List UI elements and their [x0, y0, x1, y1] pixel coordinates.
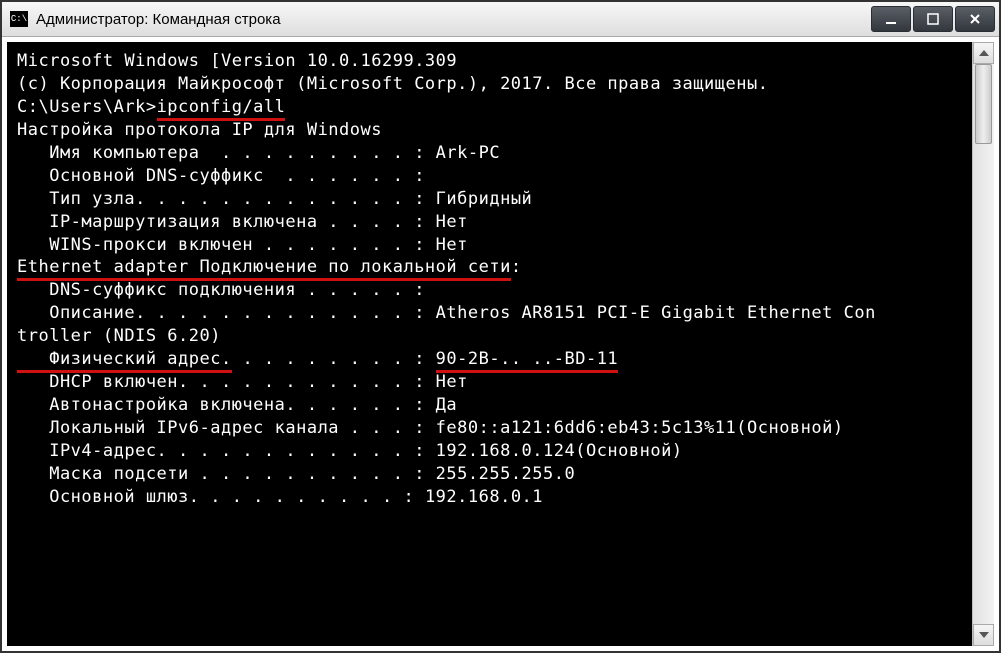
- output-line: Описание. . . . . . . . . . . . . : Athe…: [17, 302, 962, 325]
- chevron-up-icon: [979, 50, 989, 56]
- cmd-icon: C:\: [10, 11, 28, 27]
- scroll-down-button[interactable]: [973, 624, 994, 646]
- maximize-icon: [926, 12, 940, 26]
- output-line: Локальный IPv6-адрес канала . . . : fe80…: [17, 417, 962, 440]
- output-line: DNS-суффикс подключения . . . . . :: [17, 279, 962, 302]
- content-area: Microsoft Windows [Version 10.0.16299.30…: [2, 37, 999, 651]
- output-line: (c) Корпорация Майкрософт (Microsoft Cor…: [17, 73, 962, 96]
- command-prompt-window: C:\ Администратор: Командная строка Micr…: [0, 0, 1001, 653]
- close-icon: [968, 12, 982, 26]
- scroll-thumb[interactable]: [975, 64, 992, 144]
- titlebar[interactable]: C:\ Администратор: Командная строка: [2, 2, 999, 37]
- output-line: Microsoft Windows [Version 10.0.16299.30…: [17, 50, 962, 73]
- window-controls: [871, 6, 995, 32]
- output-line: Автонастройка включена. . . . . . : Да: [17, 394, 962, 417]
- close-button[interactable]: [955, 6, 995, 32]
- output-line: Основной шлюз. . . . . . . . . . : 192.1…: [17, 486, 962, 509]
- output-line: Имя компьютера . . . . . . . . . : Ark-P…: [17, 142, 962, 165]
- minimize-button[interactable]: [871, 6, 911, 32]
- scroll-track[interactable]: [973, 64, 994, 624]
- output-line: IPv4-адрес. . . . . . . . . . . . : 192.…: [17, 440, 962, 463]
- output-line: Маска подсети . . . . . . . . . . : 255.…: [17, 463, 962, 486]
- output-line: WINS-прокси включен . . . . . . . : Нет: [17, 234, 962, 257]
- output-line: DHCP включен. . . . . . . . . . . : Нет: [17, 371, 962, 394]
- phys-addr-value: 90-2B-.. ..-BD-11: [436, 349, 619, 373]
- output-line: Основной DNS-суффикс . . . . . . :: [17, 165, 962, 188]
- output-line: Тип узла. . . . . . . . . . . . . : Гибр…: [17, 188, 962, 211]
- adapter-name: Ethernet adapter Подключение по локально…: [17, 257, 511, 281]
- window-title: Администратор: Командная строка: [36, 11, 871, 28]
- terminal-output[interactable]: Microsoft Windows [Version 10.0.16299.30…: [7, 42, 972, 646]
- minimize-icon: [884, 12, 898, 26]
- output-line: IP-маршрутизация включена . . . . : Нет: [17, 211, 962, 234]
- physical-address-line: Физический адрес. . . . . . . . . : 90-2…: [17, 348, 962, 371]
- phys-addr-label: Физический адрес.: [17, 349, 232, 373]
- prompt-prefix: C:\Users\Ark>: [17, 97, 157, 117]
- adapter-header: Ethernet adapter Подключение по локально…: [17, 256, 962, 279]
- prompt-line: C:\Users\Ark>ipconfig/all: [17, 96, 962, 119]
- chevron-down-icon: [979, 632, 989, 638]
- vertical-scrollbar[interactable]: [972, 42, 994, 646]
- scroll-up-button[interactable]: [973, 42, 994, 64]
- section-header: Настройка протокола IP для Windows: [17, 119, 962, 142]
- command-text: ipconfig/all: [157, 97, 286, 121]
- output-line: troller (NDIS 6.20): [17, 325, 962, 348]
- maximize-button[interactable]: [913, 6, 953, 32]
